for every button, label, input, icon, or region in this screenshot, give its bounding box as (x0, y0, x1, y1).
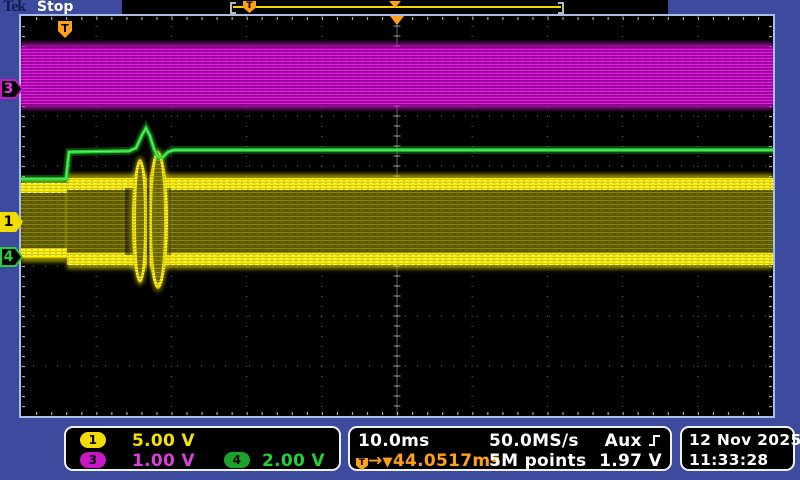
trigger-delay-readout: T →▼44.0517ms (356, 451, 501, 471)
delay-value: 44.0517ms (392, 451, 501, 471)
trigger-source-readout: Aux (605, 431, 662, 451)
waveform-display: T (19, 14, 775, 418)
channel-1-scale: 5.00 V (132, 431, 195, 451)
channel-1-badge[interactable]: 1 (80, 432, 106, 448)
acquisition-status: Stop (37, 0, 74, 15)
channel-4-label: 4 (3, 249, 14, 265)
sample-rate-readout: 50.0MS/s (489, 431, 579, 451)
channel-3-scale: 1.00 V (132, 451, 195, 471)
channel-1-label: 1 (3, 214, 14, 230)
delay-triangle-icon: ▼ (382, 455, 393, 470)
channel-4-scale: 2.00 V (262, 451, 325, 471)
datetime-box: 12 Nov 2025 11:33:28 (680, 426, 800, 471)
time-readout: 11:33:28 (689, 451, 769, 469)
expansion-point-marker-icon[interactable] (390, 16, 404, 25)
channel-3-badge[interactable]: 3 (80, 452, 106, 468)
delay-arrow-icon: → (368, 451, 383, 471)
date-readout: 12 Nov 2025 (689, 431, 800, 449)
record-view-bar: T (122, 0, 668, 14)
trigger-level-readout: 1.97 V (599, 451, 662, 471)
record-trigger-t-icon[interactable]: T (243, 1, 256, 13)
channel-4-badge[interactable]: 4 (224, 452, 250, 468)
record-window-left-bracket-icon (230, 2, 236, 14)
trigger-position-t-label: T (61, 22, 69, 35)
timebase-readout: 10.0ms (358, 431, 430, 451)
channel-3-label: 3 (3, 81, 14, 97)
vertical-scale-readout-box[interactable]: 1 5.00 V 3 1.00 V 4 2.00 V (64, 426, 341, 471)
delay-t-icon: T (356, 458, 368, 470)
record-length-readout: 5M points (489, 451, 587, 471)
waveform-svg: T (21, 16, 773, 416)
record-expansion-marker-icon[interactable] (389, 1, 401, 8)
horizontal-trigger-readout-box[interactable]: 10.0ms 50.0MS/s Aux T →▼44.0517ms 5M poin… (348, 426, 672, 471)
trigger-source-label: Aux (604, 431, 642, 451)
top-status-bar: Tek Stop T (0, 0, 800, 15)
rising-edge-icon (649, 435, 660, 446)
record-window-right-bracket-icon (558, 2, 564, 14)
